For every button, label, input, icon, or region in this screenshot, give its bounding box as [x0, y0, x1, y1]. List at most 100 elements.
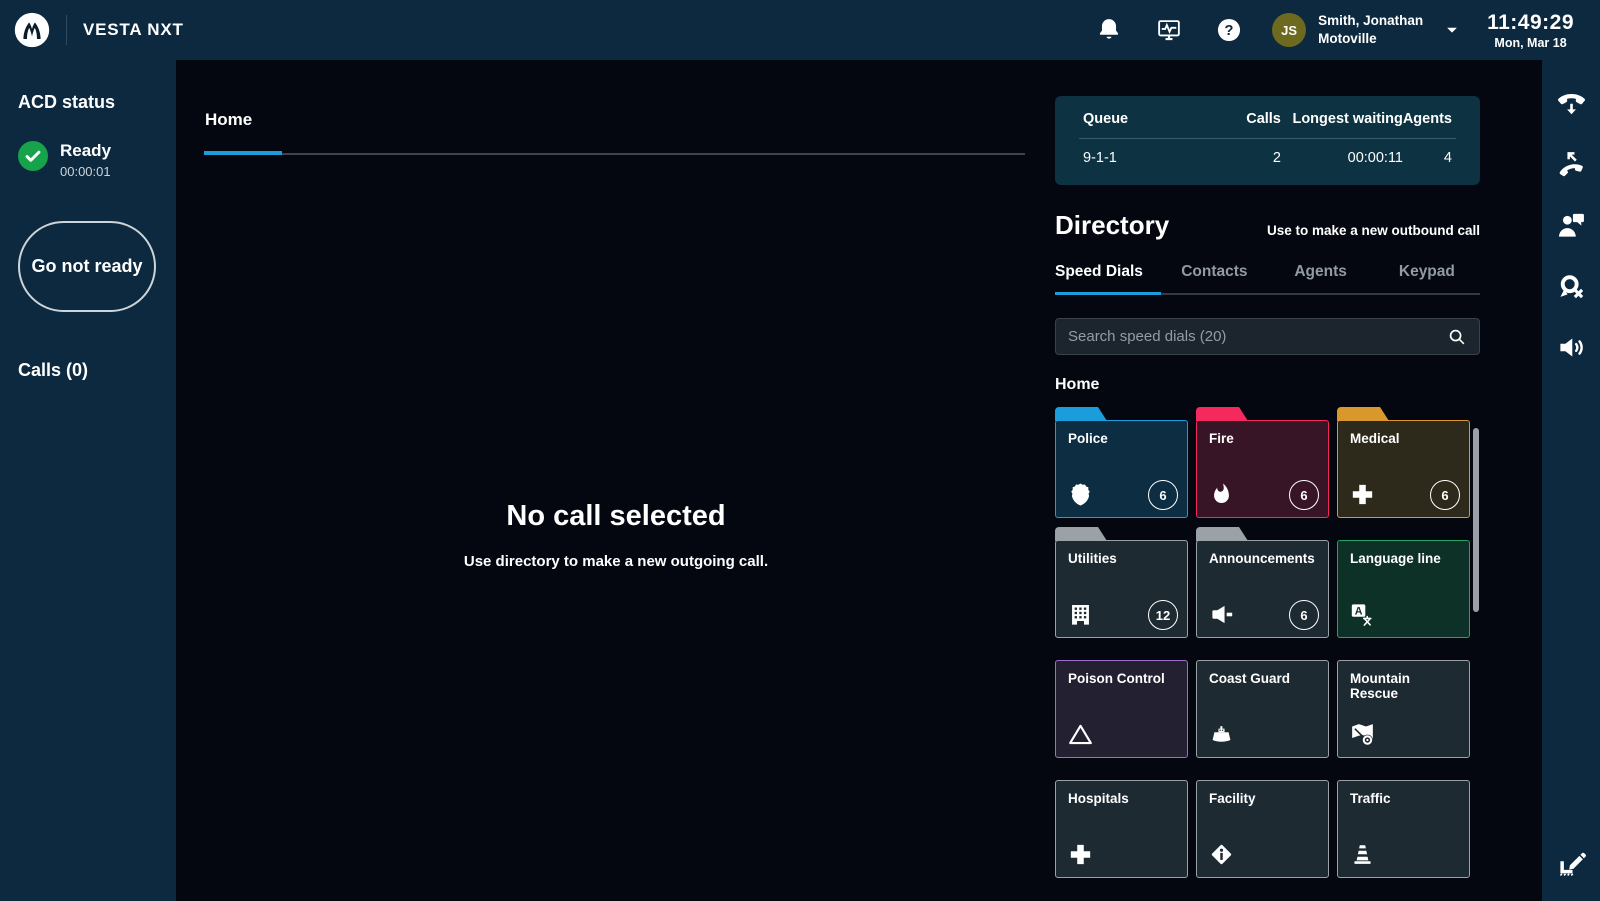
tile-body: Language line A — [1337, 540, 1470, 638]
boat-icon — [1208, 721, 1235, 748]
tile-label: Facility — [1209, 791, 1316, 806]
tile-label: Coast Guard — [1209, 671, 1316, 686]
tile-count-badge: 6 — [1289, 480, 1319, 510]
directory-panel: Queue Calls Longest waiting Agents 9-1-1… — [1055, 60, 1480, 901]
acd-ready-row: Ready 00:00:01 — [18, 141, 158, 179]
clock-time: 11:49:29 — [1487, 11, 1574, 35]
tile-body: Coast Guard — [1196, 660, 1329, 758]
speed-dial-grid: Police 6 Fire 6 Medical 6 Utilities 12 A… — [1055, 407, 1480, 878]
trail-map-icon — [1349, 721, 1376, 748]
megaphone-icon — [1208, 601, 1235, 628]
traffic-barrel-icon — [1349, 841, 1376, 868]
translate-icon: A — [1349, 601, 1376, 628]
tile-label: Police — [1068, 431, 1175, 446]
queue-table-divider — [1079, 138, 1456, 139]
queue-table-header: Queue Calls Longest waiting Agents — [1083, 111, 1452, 127]
tile-label: Hospitals — [1068, 791, 1175, 806]
speed-dial-tile-language-line[interactable]: Language line A — [1337, 527, 1470, 638]
user-name-line1: Smith, Jonathan — [1318, 12, 1423, 30]
callback-icon[interactable] — [1556, 149, 1587, 180]
call-release-icon[interactable] — [1556, 88, 1587, 119]
speed-dial-tile-announcements[interactable]: Announcements 6 — [1196, 527, 1329, 638]
speed-dial-tile-facility[interactable]: Facility — [1196, 767, 1329, 878]
speed-dial-group-label: Home — [1055, 376, 1480, 394]
building-icon — [1067, 601, 1094, 628]
tile-body: Mountain Rescue — [1337, 660, 1470, 758]
brand-divider — [66, 15, 67, 45]
folder-tab — [1055, 407, 1107, 421]
speed-dial-tile-traffic[interactable]: Traffic — [1337, 767, 1470, 878]
folder-tab — [1196, 527, 1248, 541]
empty-state-title: No call selected — [316, 500, 916, 533]
tab-keypad[interactable]: Keypad — [1374, 263, 1480, 293]
medical-cross-icon — [1349, 481, 1376, 508]
agents-col-header: Agents — [1403, 111, 1452, 127]
tile-label: Medical — [1350, 431, 1457, 446]
folder-tab — [1337, 407, 1389, 421]
system-monitor-icon[interactable] — [1156, 17, 1182, 43]
layout-edit-icon[interactable] — [1556, 846, 1587, 877]
queue-agents: 4 — [1403, 150, 1452, 166]
user-menu-caret-icon[interactable] — [1443, 21, 1461, 39]
go-not-ready-button[interactable]: Go not ready — [18, 221, 156, 312]
agent-chat-icon[interactable] — [1556, 210, 1587, 241]
tile-body: Facility — [1196, 780, 1329, 878]
queue-longest-waiting: 00:00:11 — [1281, 150, 1403, 166]
police-badge-icon — [1067, 481, 1094, 508]
directory-title: Directory — [1055, 210, 1169, 241]
tile-body: Poison Control — [1055, 660, 1188, 758]
speed-dial-tile-utilities[interactable]: Utilities 12 — [1055, 527, 1188, 638]
avatar[interactable]: JS — [1272, 13, 1306, 47]
speed-dial-tile-police[interactable]: Police 6 — [1055, 407, 1188, 518]
notifications-icon[interactable] — [1096, 17, 1122, 43]
tile-label: Mountain Rescue — [1350, 671, 1457, 701]
tile-count-badge: 6 — [1430, 480, 1460, 510]
tile-count-badge: 6 — [1148, 480, 1178, 510]
longest-waiting-col-header: Longest waiting — [1281, 111, 1403, 127]
warning-triangle-icon — [1067, 721, 1094, 748]
speed-dial-tile-mountain-rescue[interactable]: Mountain Rescue — [1337, 647, 1470, 758]
tab-speed-dials[interactable]: Speed Dials — [1055, 263, 1161, 295]
directory-tabs: Speed Dials Contacts Agents Keypad — [1055, 263, 1480, 295]
tile-label: Traffic — [1350, 791, 1457, 806]
queue-monitor-card: Queue Calls Longest waiting Agents 9-1-1… — [1055, 96, 1480, 185]
empty-state-hint: Use directory to make a new outgoing cal… — [316, 553, 916, 570]
calls-col-header: Calls — [1201, 111, 1281, 127]
help-icon[interactable]: ? — [1216, 17, 1242, 43]
tile-body: Announcements 6 — [1196, 540, 1329, 638]
search-icon[interactable] — [1447, 327, 1467, 347]
tile-label: Utilities — [1068, 551, 1175, 566]
user-location: Motoville — [1318, 30, 1423, 48]
tab-hairline — [204, 153, 1025, 155]
acd-timer: 00:00:01 — [60, 164, 111, 179]
acd-state: Ready — [60, 141, 111, 161]
tile-label: Poison Control — [1068, 671, 1175, 686]
speed-dial-search — [1055, 318, 1480, 355]
speed-dial-tile-fire[interactable]: Fire 6 — [1196, 407, 1329, 518]
speed-dial-tile-medical[interactable]: Medical 6 — [1337, 407, 1470, 518]
tab-contacts[interactable]: Contacts — [1161, 263, 1267, 293]
search-input[interactable] — [1068, 328, 1447, 345]
monitor-off-icon[interactable] — [1556, 271, 1587, 302]
tile-count-badge: 6 — [1289, 600, 1319, 630]
volume-icon[interactable] — [1556, 332, 1587, 363]
info-diamond-icon — [1208, 841, 1235, 868]
speed-dial-tile-coast-guard[interactable]: Coast Guard — [1196, 647, 1329, 758]
tab-home[interactable]: Home — [205, 110, 252, 130]
speed-dial-tile-poison-control[interactable]: Poison Control — [1055, 647, 1188, 758]
tile-label: Announcements — [1209, 551, 1316, 566]
empty-call-state: No call selected Use directory to make a… — [316, 500, 916, 570]
folder-tab — [1055, 527, 1107, 541]
tile-body: Fire 6 — [1196, 420, 1329, 518]
call-control-toolbar — [1542, 60, 1600, 901]
tab-agents[interactable]: Agents — [1268, 263, 1374, 293]
tile-body: Medical 6 — [1337, 420, 1470, 518]
folder-tab — [1196, 407, 1248, 421]
medical-cross-icon — [1067, 841, 1094, 868]
tile-body: Hospitals — [1055, 780, 1188, 878]
calls-heading: Calls (0) — [18, 360, 158, 381]
speed-dial-tile-hospitals[interactable]: Hospitals — [1055, 767, 1188, 878]
tile-body: Traffic — [1337, 780, 1470, 878]
motorola-logo-icon — [14, 12, 50, 48]
directory-scrollbar[interactable] — [1473, 428, 1479, 612]
